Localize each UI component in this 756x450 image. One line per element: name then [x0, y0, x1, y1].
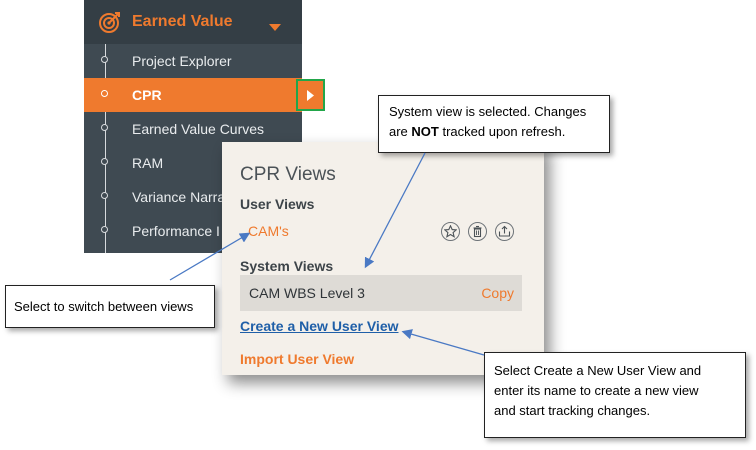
tree-node-icon	[101, 90, 108, 97]
cpr-views-panel: CPR Views User Views CAM's System Views …	[222, 142, 544, 375]
callout-line: are NOT tracked upon refresh.	[389, 124, 566, 139]
tree-node-icon	[101, 226, 108, 233]
sidebar-item-label: Variance Narra	[132, 189, 226, 205]
sidebar-item-project-explorer[interactable]: Project Explorer	[84, 44, 302, 78]
system-view-row[interactable]: CAM WBS Level 3 Copy	[240, 275, 522, 311]
chevron-right-icon	[307, 90, 314, 101]
sidebar-item-label: Performance I	[132, 223, 220, 239]
user-view-cams[interactable]: CAM's	[248, 223, 289, 239]
callout-system-view: System view is selected. Changes are NOT…	[378, 95, 610, 153]
callout-line: Select Create a New User View and	[494, 363, 702, 378]
star-icon[interactable]	[441, 222, 460, 241]
panel-title: CPR Views	[240, 164, 336, 185]
share-icon[interactable]	[495, 222, 514, 241]
callout-line: and start tracking changes.	[494, 403, 651, 418]
sidebar-item-label: CPR	[132, 87, 162, 103]
target-icon	[98, 10, 122, 34]
create-user-view-link[interactable]: Create a New User View	[240, 318, 399, 334]
sidebar-item-label: RAM	[132, 155, 164, 171]
import-user-view-link[interactable]: Import User View	[240, 351, 354, 367]
sidebar-item-label: Project Explorer	[132, 53, 232, 69]
system-view-name: CAM WBS Level 3	[249, 285, 365, 301]
trash-icon[interactable]	[468, 222, 487, 241]
tree-node-icon	[101, 158, 108, 165]
sidebar-item-label: Earned Value Curves	[132, 121, 265, 137]
copy-button[interactable]: Copy	[481, 285, 514, 301]
system-views-heading: System Views	[240, 258, 334, 274]
user-views-heading: User Views	[240, 196, 315, 212]
sidebar-item-cpr[interactable]: CPR	[84, 78, 302, 112]
callout-line: Select to switch between views	[14, 299, 194, 314]
tree-node-icon	[101, 192, 108, 199]
tree-node-icon	[101, 56, 108, 63]
callout-line: System view is selected. Changes	[389, 104, 587, 119]
sidebar-header-title: Earned Value	[132, 13, 233, 30]
sidebar-header-earned-value[interactable]: Earned Value	[84, 0, 302, 44]
cpr-views-toggle-button[interactable]	[296, 79, 325, 111]
callout-switch-views: Select to switch between views	[5, 285, 215, 328]
chevron-down-icon	[269, 19, 281, 31]
sidebar-item-earned-value-curves[interactable]: Earned Value Curves	[84, 112, 302, 146]
tree-node-icon	[101, 124, 108, 131]
callout-line: enter its name to create a new view	[494, 383, 699, 398]
callout-create-view: Select Create a New User View and enter …	[484, 352, 746, 438]
